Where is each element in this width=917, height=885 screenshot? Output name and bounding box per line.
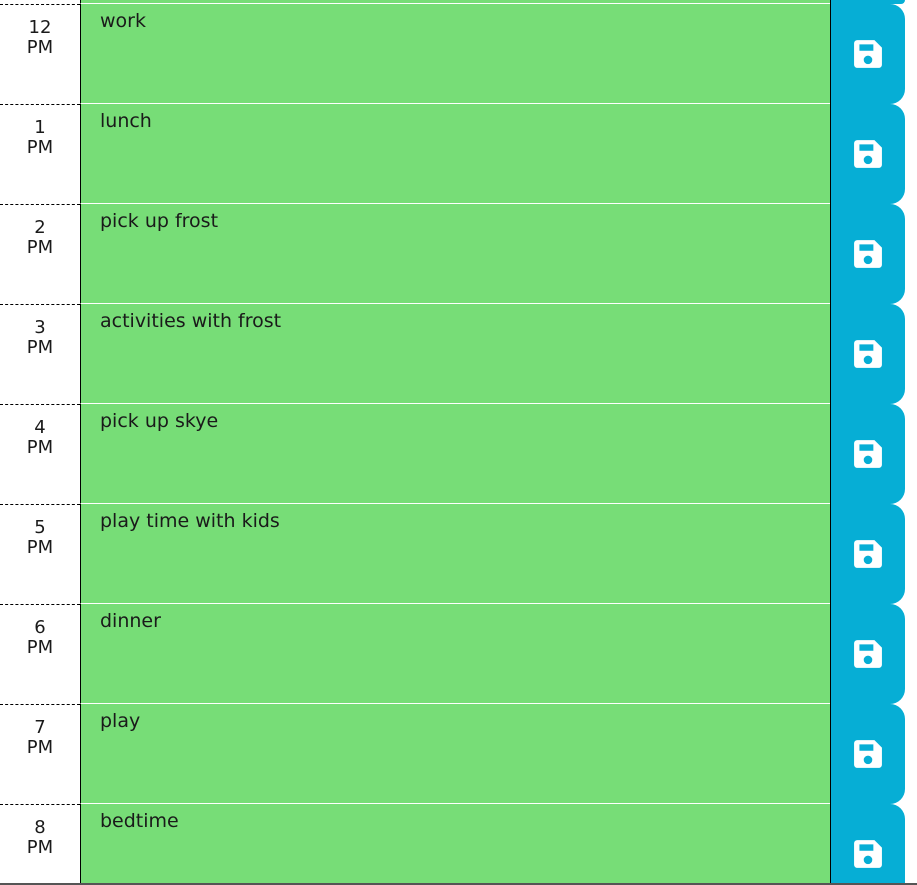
save-icon [854,740,882,768]
hour-label: 5 PM [0,504,80,604]
hour-number: 12 [28,17,52,38]
description-textarea[interactable]: activities with frost [80,304,830,404]
save-button[interactable] [830,304,905,404]
time-block: 3 PM activities with frost [0,304,917,404]
save-button[interactable] [830,204,905,304]
time-block: 8 PM bedtime [0,804,917,885]
time-block: 4 PM pick up skye [0,404,917,504]
hour-label: 6 PM [0,604,80,704]
description-textarea[interactable]: pick up frost [80,204,830,304]
save-button[interactable] [830,504,905,604]
save-icon [854,440,882,468]
save-button[interactable] [830,704,905,804]
hour-number: 1 [34,117,46,138]
hour-period: PM [26,237,54,258]
description-textarea[interactable]: lunch [80,104,830,204]
time-block-list: 12 PM work 1 PM lunch 2 PM pick up frost… [0,4,917,885]
hour-label: 3 PM [0,304,80,404]
hour-period: PM [26,537,54,558]
hour-period: PM [26,637,54,658]
hour-number: 8 [34,817,46,838]
time-block: 1 PM lunch [0,104,917,204]
hour-number: 6 [34,617,46,638]
description-textarea[interactable]: play [80,704,830,804]
hour-period: PM [26,437,54,458]
description-textarea[interactable]: play time with kids [80,504,830,604]
hour-period: PM [26,337,54,358]
save-button[interactable] [830,604,905,704]
hour-period: PM [26,837,54,858]
hour-number: 5 [34,517,46,538]
hour-number: 3 [34,317,46,338]
time-block: 2 PM pick up frost [0,204,917,304]
save-icon [854,840,882,868]
save-icon [854,40,882,68]
time-block: 12 PM work [0,4,917,104]
time-block: 6 PM dinner [0,604,917,704]
hour-label: 2 PM [0,204,80,304]
hour-period: PM [26,737,54,758]
save-button[interactable] [830,4,905,104]
hour-label: 12 PM [0,4,80,104]
hour-number: 4 [34,417,46,438]
day-planner: 12 PM work 1 PM lunch 2 PM pick up frost… [0,0,917,885]
hour-label: 4 PM [0,404,80,504]
description-textarea[interactable]: bedtime [80,804,830,885]
hour-label: 8 PM [0,804,80,885]
hour-label: 1 PM [0,104,80,204]
hour-period: PM [26,37,54,58]
save-icon [854,640,882,668]
save-icon [854,540,882,568]
hour-number: 7 [34,717,46,738]
hour-number: 2 [34,217,46,238]
time-block: 5 PM play time with kids [0,504,917,604]
save-button[interactable] [830,804,905,885]
save-button[interactable] [830,104,905,204]
hour-period: PM [26,137,54,158]
description-textarea[interactable]: dinner [80,604,830,704]
time-block: 7 PM play [0,704,917,804]
description-textarea[interactable]: pick up skye [80,404,830,504]
save-icon [854,140,882,168]
description-textarea[interactable]: work [80,4,830,104]
save-icon [854,240,882,268]
hour-label: 7 PM [0,704,80,804]
save-button[interactable] [830,404,905,504]
save-icon [854,340,882,368]
